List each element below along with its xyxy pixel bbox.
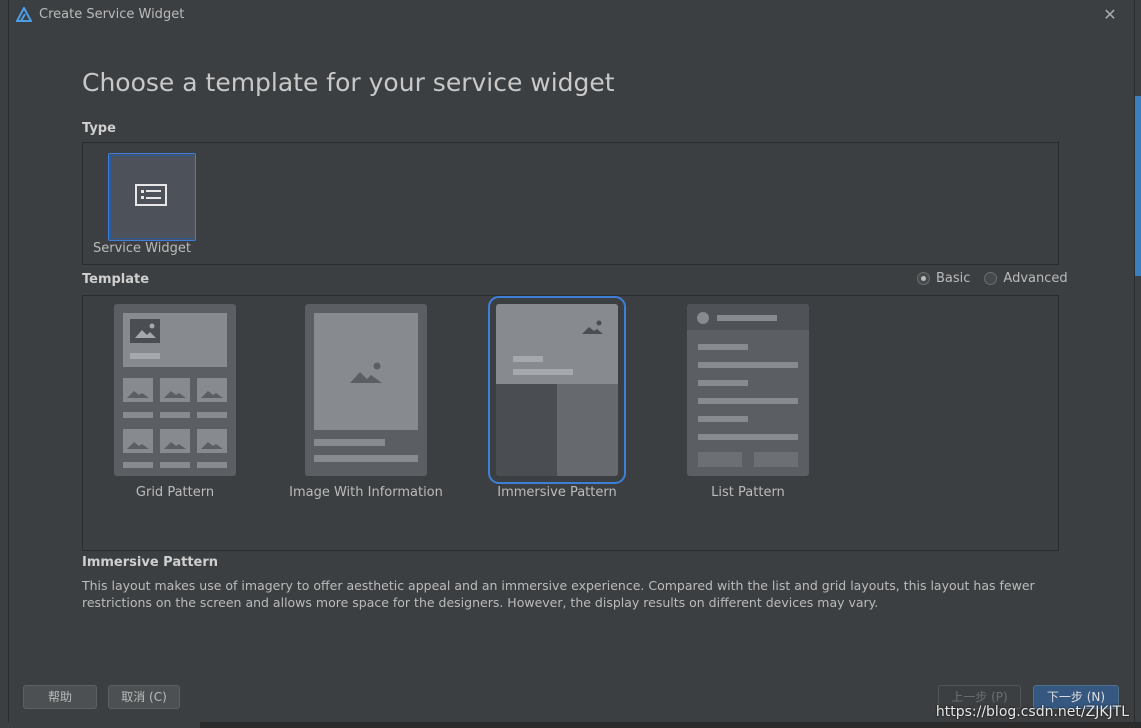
immersive-caption-1 xyxy=(513,356,543,362)
grid-tiles-image-icons xyxy=(123,378,227,468)
help-button[interactable]: 帮助 xyxy=(23,685,97,709)
image-placeholder-icon xyxy=(350,362,382,383)
close-button[interactable]: ✕ xyxy=(1100,5,1120,25)
list-line-2 xyxy=(698,362,798,368)
background-window-strip xyxy=(1134,96,1141,276)
radio-advanced-label: Advanced xyxy=(1003,271,1068,286)
immersive-left-panel xyxy=(496,384,557,476)
template-list-pattern-label: List Pattern xyxy=(711,485,785,500)
type-service-widget-card[interactable] xyxy=(108,153,196,241)
watermark-text: https://blog.csdn.net/ZJKJTL xyxy=(935,704,1129,720)
image-placeholder-icon xyxy=(130,319,160,343)
grid-tiles xyxy=(123,378,229,474)
template-panel: Grid Pattern Image With Information Imme xyxy=(82,295,1059,551)
immersive-right-panel xyxy=(557,384,618,476)
description-text: This layout makes use of imagery to offe… xyxy=(82,578,1035,610)
template-grid-pattern[interactable] xyxy=(114,304,236,476)
list-button-1 xyxy=(698,452,742,467)
radio-basic-label: Basic xyxy=(936,271,971,286)
template-section-label: Template xyxy=(82,272,150,287)
radio-unselected-icon xyxy=(984,272,998,285)
app-logo-icon xyxy=(16,7,32,22)
radio-advanced[interactable]: Advanced xyxy=(984,271,1068,286)
list-button-2 xyxy=(754,452,798,467)
create-service-widget-dialog: Create Service Widget ✕ Choose a templat… xyxy=(8,0,1135,722)
list-avatar-icon xyxy=(697,312,709,324)
template-list-pattern[interactable] xyxy=(687,304,809,476)
template-image-with-information[interactable] xyxy=(305,304,427,476)
list-line-5 xyxy=(698,416,748,422)
background-window-edge xyxy=(200,722,1141,728)
radio-basic[interactable]: Basic xyxy=(917,271,970,286)
template-immersive-pattern-label: Immersive Pattern xyxy=(497,485,617,500)
service-widget-icon xyxy=(135,184,167,206)
radio-selected-icon xyxy=(917,272,930,285)
close-icon: ✕ xyxy=(1103,5,1117,24)
type-panel: Service Widget xyxy=(82,142,1059,265)
immersive-caption-2 xyxy=(513,369,573,375)
type-section-label: Type xyxy=(82,121,116,136)
info-line-2 xyxy=(314,455,418,462)
page-heading: Choose a template for your service widge… xyxy=(82,68,615,97)
list-line-1 xyxy=(698,344,748,350)
cancel-button[interactable]: 取消 (C) xyxy=(108,685,180,709)
grid-hero-caption xyxy=(130,353,160,359)
list-line-3 xyxy=(698,380,748,386)
template-immersive-pattern[interactable] xyxy=(488,296,626,484)
type-service-widget-label: Service Widget xyxy=(93,241,191,256)
image-placeholder-icon xyxy=(582,320,603,334)
description-title: Immersive Pattern xyxy=(82,555,219,570)
title-bar: Create Service Widget ✕ xyxy=(9,0,1134,30)
list-line-6 xyxy=(698,434,798,440)
window-title: Create Service Widget xyxy=(39,7,185,22)
template-grid-pattern-label: Grid Pattern xyxy=(135,485,215,500)
template-mode-radio-group: Basic Advanced xyxy=(917,271,1068,286)
list-header-text xyxy=(717,315,777,321)
list-line-4 xyxy=(698,398,798,404)
template-image-with-information-label: Image With Information xyxy=(289,485,443,500)
info-line-1 xyxy=(314,439,385,446)
